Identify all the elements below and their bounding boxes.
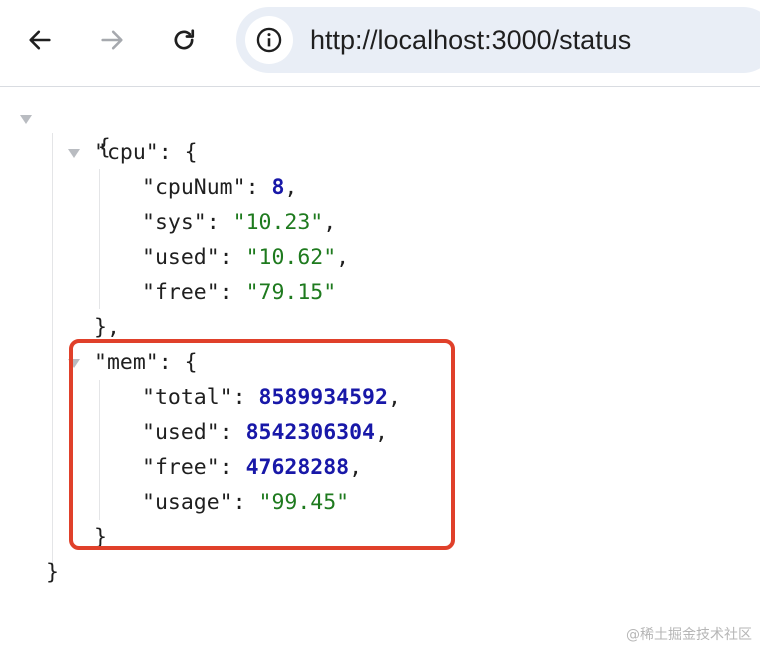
site-info-button[interactable]	[245, 16, 293, 64]
field-key: "sys"	[142, 210, 207, 235]
cpu-collapse-toggle[interactable]	[68, 149, 80, 158]
comma: ,	[323, 210, 337, 235]
comma: ,	[284, 175, 298, 200]
arrow-right-icon	[101, 30, 123, 50]
field-value: "10.23"	[232, 210, 324, 235]
address-bar[interactable]: http://localhost:3000/status	[236, 7, 760, 73]
root-guide-line	[52, 133, 53, 567]
cpu-guide-line	[99, 169, 100, 309]
info-icon	[256, 27, 282, 53]
root-close-brace: }	[46, 560, 59, 585]
field-value: 8	[271, 175, 285, 200]
colon: :	[219, 280, 246, 305]
reload-icon	[174, 29, 195, 50]
arrow-left-icon	[29, 30, 51, 50]
field-value: "79.15"	[245, 280, 337, 305]
cpu-key: "cpu"	[94, 140, 159, 165]
forward-button[interactable]	[92, 20, 132, 60]
highlight-box	[69, 339, 455, 550]
colon: :	[206, 210, 233, 235]
json-root-close: }	[46, 558, 59, 588]
json-field-line: "sys": "10.23",	[142, 208, 336, 238]
cpu-close-brace: },	[94, 315, 120, 340]
json-cpu-key-line: "cpu": {	[94, 138, 198, 168]
root-collapse-toggle[interactable]	[20, 115, 32, 124]
json-viewer: { "cpu": { "cpuNum": 8, "sys": "10.23", …	[0, 87, 760, 650]
colon: :	[219, 245, 246, 270]
json-field-line: "cpuNum": 8,	[142, 173, 297, 203]
colon: :	[158, 140, 185, 165]
watermark: @稀土掘金技术社区	[626, 627, 752, 643]
field-value: "10.62"	[245, 245, 337, 270]
url-text[interactable]: http://localhost:3000/status	[310, 25, 631, 55]
back-button[interactable]	[20, 20, 60, 60]
field-key: "free"	[142, 280, 220, 305]
json-root-open: {	[46, 103, 111, 160]
cpu-open-brace: {	[184, 140, 198, 165]
reload-button[interactable]	[164, 20, 204, 60]
browser-toolbar: http://localhost:3000/status	[0, 0, 760, 87]
colon: :	[245, 175, 272, 200]
json-field-line: "used": "10.62",	[142, 243, 349, 273]
json-field-line: "free": "79.15"	[142, 278, 336, 308]
field-key: "cpuNum"	[142, 175, 246, 200]
comma: ,	[336, 245, 350, 270]
field-key: "used"	[142, 245, 220, 270]
